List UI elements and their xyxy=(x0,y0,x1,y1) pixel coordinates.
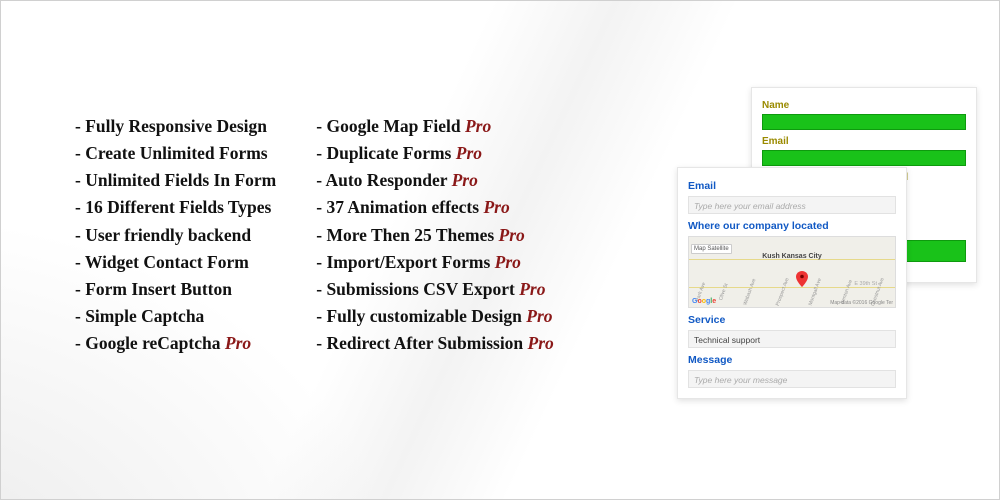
feature-item: - More Then 25 Themes Pro xyxy=(316,222,554,249)
map-credit: Map data ©2016 Google Ter xyxy=(830,300,893,306)
feature-item: - Fully customizable Design Pro xyxy=(316,303,554,330)
pro-badge: Pro xyxy=(456,143,482,163)
map-pin-icon xyxy=(796,271,808,287)
email-input[interactable] xyxy=(762,150,966,166)
pro-badge: Pro xyxy=(483,197,509,217)
feature-item: - Duplicate Forms Pro xyxy=(316,140,554,167)
message-label: Message xyxy=(688,354,896,366)
feature-item: - Fully Responsive Design xyxy=(75,113,276,140)
feature-item: - Simple Captcha xyxy=(75,303,276,330)
feature-item: - Unlimited Fields In Form xyxy=(75,167,276,194)
feature-columns: - Fully Responsive Design- Create Unlimi… xyxy=(75,113,554,357)
message-input[interactable]: Type here your message xyxy=(688,370,896,388)
map-label: Where our company located xyxy=(688,220,896,232)
feature-column-1: - Fully Responsive Design- Create Unlimi… xyxy=(75,113,276,357)
feature-item: - Import/Export Forms Pro xyxy=(316,249,554,276)
feature-item: - Form Insert Button xyxy=(75,276,276,303)
pro-badge: Pro xyxy=(528,333,554,353)
email-label: Email xyxy=(762,136,966,147)
pro-badge: Pro xyxy=(495,252,521,272)
name-input[interactable] xyxy=(762,114,966,130)
google-logo: Google xyxy=(692,298,716,305)
map-field[interactable]: Map Satellite Kush Kansas City Park AveO… xyxy=(688,236,896,308)
pro-badge: Pro xyxy=(452,170,478,190)
service-label: Service xyxy=(688,314,896,326)
pro-badge: Pro xyxy=(526,306,552,326)
pro-badge: Pro xyxy=(499,225,525,245)
feature-item: - Google Map Field Pro xyxy=(316,113,554,140)
feature-column-2: - Google Map Field Pro- Duplicate Forms … xyxy=(316,113,554,357)
form-preview-cluster: Name Email What kind of website you need… xyxy=(677,87,977,407)
feature-item: - Auto Responder Pro xyxy=(316,167,554,194)
feature-item: - Redirect After Submission Pro xyxy=(316,330,554,357)
pro-badge: Pro xyxy=(519,279,545,299)
feature-item: - 37 Animation effects Pro xyxy=(316,194,554,221)
service-select[interactable]: Technical support xyxy=(688,330,896,348)
feature-item: - Google reCaptcha Pro xyxy=(75,330,276,357)
name-label: Name xyxy=(762,100,966,111)
map-center-text: Kush Kansas City xyxy=(762,253,822,260)
map-street-labels: Park AveOlive StWabash AveProspect AveMo… xyxy=(689,289,895,295)
feature-item: - 16 Different Fields Types xyxy=(75,194,276,221)
feature-item: - Create Unlimited Forms xyxy=(75,140,276,167)
feature-item: - User friendly backend xyxy=(75,222,276,249)
pro-badge: Pro xyxy=(465,116,491,136)
blue-form-card: Email Type here your email address Where… xyxy=(677,167,907,399)
map-tabs[interactable]: Map Satellite xyxy=(691,244,732,254)
feature-item: - Widget Contact Form xyxy=(75,249,276,276)
email-input-blue[interactable]: Type here your email address xyxy=(688,196,896,214)
email-label-blue: Email xyxy=(688,180,896,192)
pro-badge: Pro xyxy=(225,333,251,353)
feature-item: - Submissions CSV Export Pro xyxy=(316,276,554,303)
